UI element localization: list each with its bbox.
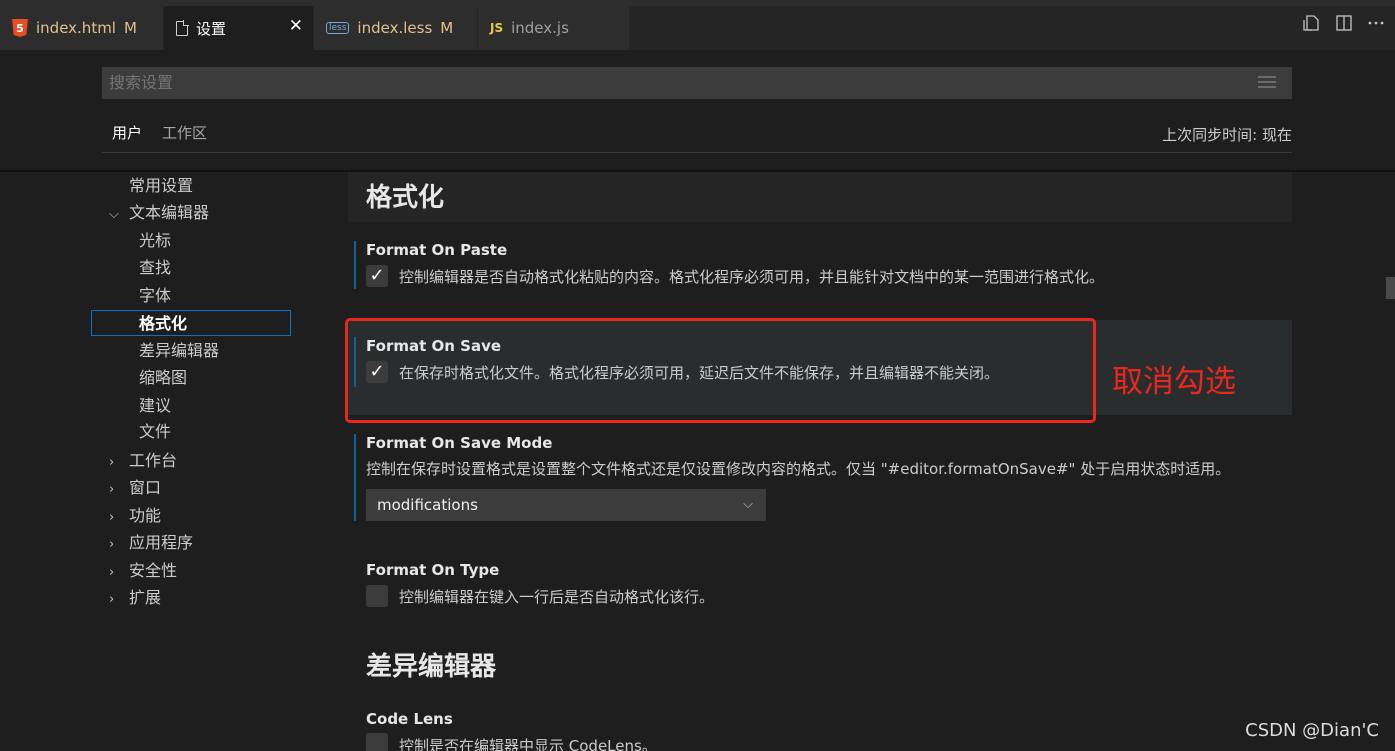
tab-user[interactable]: 用户 — [102, 113, 153, 153]
search-settings-input[interactable] — [102, 67, 1292, 99]
tab-index-html[interactable]: 5 index.html M — [0, 6, 164, 50]
select-value: modifications — [377, 496, 478, 514]
close-icon[interactable]: ✕ — [289, 16, 303, 36]
html5-icon: 5 — [12, 19, 28, 37]
setting-label-code-lens: Code Lens — [366, 710, 453, 728]
toc-item-suggestions[interactable]: 建议 — [139, 393, 171, 419]
toc-item-common[interactable]: 常用设置 — [129, 173, 193, 199]
setting-focus-bar — [354, 241, 356, 289]
toc-label: 应用程序 — [129, 533, 194, 552]
sync-status: 上次同步时间: 现在 — [1162, 126, 1292, 144]
less-icon: less — [326, 22, 350, 34]
toc-label: 文本编辑器 — [129, 203, 210, 222]
settings-scope-tabs: 用户 工作区 — [102, 113, 217, 153]
filter-icon[interactable] — [1258, 76, 1276, 90]
more-actions-icon[interactable] — [1367, 14, 1385, 36]
tab-settings[interactable]: 设置 ✕ — [164, 6, 314, 50]
file-icon — [176, 19, 189, 36]
setting-label-format-on-type: Format On Type — [366, 561, 500, 579]
tab-label: 设置 — [196, 19, 227, 38]
tab-workspace[interactable]: 工作区 — [152, 113, 217, 153]
toc-label: 扩展 — [129, 588, 162, 607]
setting-focus-bar — [354, 434, 356, 521]
toc-item-application[interactable]: › 应用程序 — [109, 530, 193, 556]
tab-index-less[interactable]: less index.less M — [314, 6, 478, 50]
section-header — [348, 172, 1292, 222]
setting-desc-code-lens: 控制是否在编辑器中显示 CodeLens。 — [399, 737, 657, 751]
code-lens-checkbox[interactable] — [366, 733, 388, 751]
editor-tab-bar: 5 index.html M 设置 ✕ less index.less M JS… — [0, 0, 1395, 50]
chevron-right-icon: › — [109, 592, 115, 607]
chevron-right-icon: › — [109, 565, 115, 580]
open-settings-json-icon[interactable] — [1303, 14, 1321, 36]
setting-desc-format-on-save-mode: 控制在保存时设置格式是设置整个文件格式还是仅设置修改内容的格式。仅当 "#edi… — [366, 460, 1231, 478]
toc-label: 工作台 — [129, 451, 178, 470]
editor-actions — [1303, 14, 1385, 36]
setting-desc-format-on-type: 控制编辑器在键入一行后是否自动格式化该行。 — [399, 588, 715, 606]
toc-item-workbench[interactable]: › 工作台 — [109, 448, 177, 474]
annotation-text: 取消勾选 — [1112, 364, 1236, 400]
chevron-right-icon: › — [109, 482, 115, 497]
toc-item-extensions[interactable]: › 扩展 — [109, 585, 161, 611]
toc-item-cursor[interactable]: 光标 — [139, 228, 171, 254]
toc-item-text-editor[interactable]: ⌵ 文本编辑器 — [109, 200, 209, 226]
tab-label: index.less — [357, 19, 433, 37]
section-title: 格式化 — [366, 183, 445, 213]
chevron-right-icon: › — [109, 537, 115, 552]
chevron-down-icon: ⌵ — [743, 497, 753, 512]
toc-item-find[interactable]: 查找 — [139, 255, 171, 281]
chevron-right-icon: › — [109, 455, 115, 470]
split-editor-icon[interactable] — [1335, 14, 1353, 36]
section-title-diff-editor: 差异编辑器 — [366, 652, 497, 682]
scrollbar-thumb[interactable] — [1386, 277, 1395, 299]
chevron-right-icon: › — [109, 510, 115, 525]
toc-item-security[interactable]: › 安全性 — [109, 558, 177, 584]
tab-label: index.js — [511, 19, 569, 37]
toc-label: 功能 — [129, 506, 162, 525]
toc-item-minimap[interactable]: 缩略图 — [139, 365, 187, 391]
tab-index-js[interactable]: JS index.js — [478, 6, 630, 50]
setting-label-format-on-save-mode: Format On Save Mode — [366, 434, 553, 452]
setting-label-format-on-paste: Format On Paste — [366, 241, 508, 259]
format-on-type-checkbox[interactable] — [366, 585, 388, 607]
toc-item-font[interactable]: 字体 — [139, 283, 171, 309]
checkmark-icon: ✓ — [369, 265, 385, 286]
chevron-down-icon: ⌵ — [109, 207, 119, 222]
watermark: CSDN @Dian'C — [1245, 720, 1379, 741]
toc-item-formatting[interactable]: 格式化 — [91, 310, 291, 336]
divider — [102, 152, 1292, 153]
modified-badge: M — [440, 19, 454, 37]
toc-item-window[interactable]: › 窗口 — [109, 475, 161, 501]
format-on-paste-checkbox[interactable]: ✓ — [366, 265, 388, 287]
setting-desc-format-on-paste: 控制编辑器是否自动格式化粘贴的内容。格式化程序必须可用，并且能针对文档中的某一范… — [399, 268, 1105, 286]
tab-label: index.html — [36, 19, 116, 37]
toc-item-diff-editor[interactable]: 差异编辑器 — [139, 338, 219, 364]
annotation-highlight-box — [345, 318, 1096, 423]
toc-item-files[interactable]: 文件 — [139, 419, 171, 445]
format-on-save-mode-select[interactable]: modifications ⌵ — [366, 489, 766, 521]
toc-item-features[interactable]: › 功能 — [109, 503, 161, 529]
toc-label: 窗口 — [129, 478, 162, 497]
modified-badge: M — [123, 19, 137, 37]
js-icon: JS — [490, 21, 504, 35]
toc-label: 安全性 — [129, 561, 178, 580]
